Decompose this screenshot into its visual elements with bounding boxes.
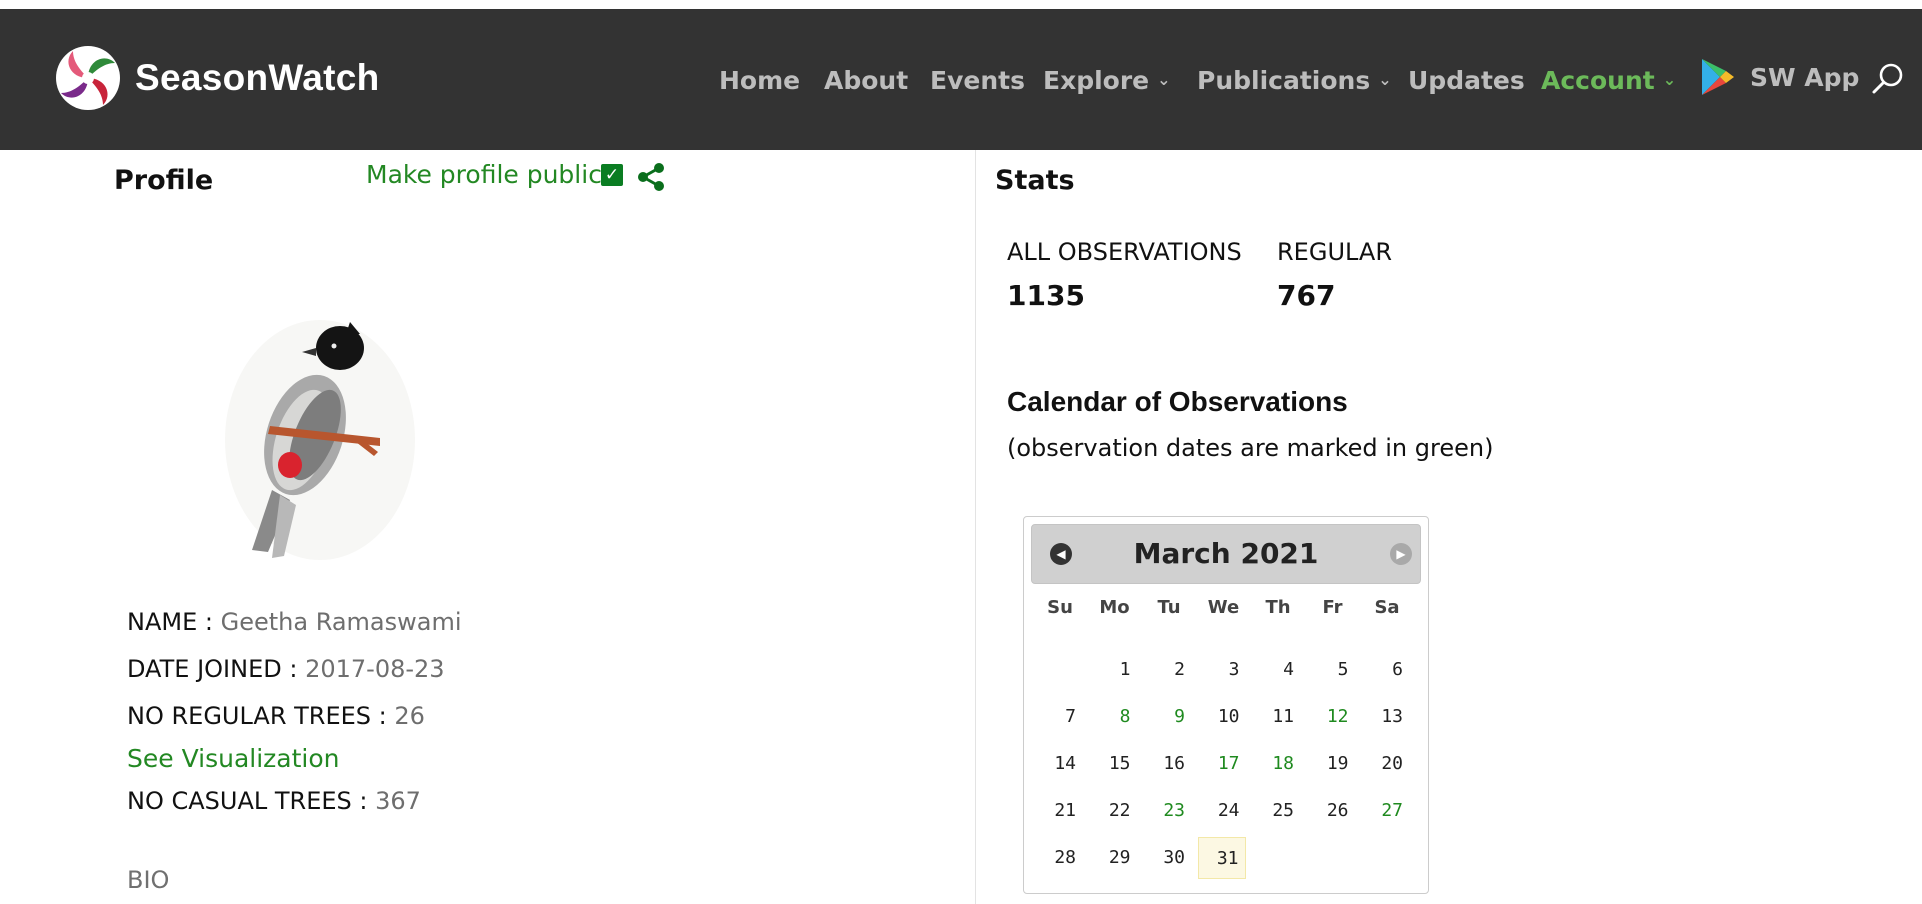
calendar-heading: Calendar of Observations bbox=[1007, 386, 1348, 417]
all-observations-value: 1135 bbox=[1007, 279, 1085, 312]
sw-app-label: SW App bbox=[1750, 62, 1860, 92]
weekday-header: Fr bbox=[1322, 597, 1343, 618]
calendar-day[interactable]: 15 bbox=[1089, 743, 1137, 785]
calendar-day[interactable]: 3 bbox=[1198, 649, 1246, 691]
casual-trees-label: NO CASUAL TREES : bbox=[127, 787, 368, 815]
calendar-day[interactable]: 21 bbox=[1034, 790, 1082, 832]
all-observations-label: ALL OBSERVATIONS bbox=[1007, 238, 1242, 266]
name-label: NAME : bbox=[127, 608, 213, 636]
calendar-day[interactable]: 24 bbox=[1198, 790, 1246, 832]
calendar-day[interactable]: 30 bbox=[1143, 837, 1191, 879]
top-strip bbox=[0, 0, 1922, 9]
calendar-day[interactable]: 10 bbox=[1198, 696, 1246, 738]
date-joined-label: DATE JOINED : bbox=[127, 655, 298, 683]
calendar-day-observed[interactable]: 9 bbox=[1143, 696, 1191, 738]
make-public-checkbox[interactable]: ✓ bbox=[601, 164, 623, 186]
calendar-day[interactable]: 25 bbox=[1252, 790, 1300, 832]
bio-label: BIO bbox=[127, 866, 170, 894]
nav-item-events[interactable]: Events bbox=[930, 59, 1025, 103]
weekday-header: Sa bbox=[1374, 597, 1400, 618]
calendar-month-label: March 2021 bbox=[1133, 537, 1319, 570]
regular-trees-row: NO REGULAR TREES : 26 bbox=[127, 702, 425, 730]
nav-item-label: Home bbox=[719, 66, 801, 95]
calendar-day-observed[interactable]: 18 bbox=[1252, 743, 1300, 785]
weekday-header: Th bbox=[1265, 597, 1291, 618]
calendar-day[interactable]: 5 bbox=[1307, 649, 1355, 691]
regular-label: REGULAR bbox=[1277, 238, 1393, 266]
date-joined-row: DATE JOINED : 2017-08-23 bbox=[127, 655, 445, 683]
share-icon[interactable] bbox=[635, 161, 667, 193]
casual-trees-row: NO CASUAL TREES : 367 bbox=[127, 787, 421, 815]
main-nav: Home About Events Explore ⌄ Publications ⌄ Upda… bbox=[0, 59, 1922, 103]
regular-trees-value: 26 bbox=[394, 702, 425, 730]
nav-item-updates[interactable]: Updates bbox=[1408, 59, 1525, 103]
nav-item-label: Account bbox=[1541, 66, 1655, 95]
profile-title: Profile bbox=[114, 165, 214, 196]
calendar-day-observed[interactable]: 17 bbox=[1198, 743, 1246, 785]
calendar-subheading: (observation dates are marked in green) bbox=[1007, 434, 1494, 462]
calendar-day[interactable]: 11 bbox=[1252, 696, 1300, 738]
calendar-day[interactable]: 22 bbox=[1089, 790, 1137, 832]
make-profile-public-link[interactable]: Make profile public bbox=[366, 160, 602, 189]
weekday-header: Su bbox=[1047, 597, 1073, 618]
navbar: SeasonWatch Home About Events Explore ⌄ Publi… bbox=[0, 9, 1922, 150]
chevron-down-icon: ⌄ bbox=[1157, 70, 1171, 89]
nav-item-label: Events bbox=[930, 66, 1025, 95]
calendar-day[interactable]: 13 bbox=[1361, 696, 1409, 738]
calendar-header: ◀ March 2021 ▶ bbox=[1031, 524, 1421, 584]
chevron-down-icon: ⌄ bbox=[1378, 70, 1392, 89]
calendar-day[interactable]: 28 bbox=[1034, 837, 1082, 879]
regular-trees-label: NO REGULAR TREES : bbox=[127, 702, 387, 730]
calendar-day[interactable]: 6 bbox=[1361, 649, 1409, 691]
weekday-header: Tu bbox=[1157, 597, 1181, 618]
casual-trees-value: 367 bbox=[375, 787, 421, 815]
calendar-day[interactable]: 4 bbox=[1252, 649, 1300, 691]
calendar-day-observed[interactable]: 23 bbox=[1143, 790, 1191, 832]
profile-name-row: NAME : Geetha Ramaswami bbox=[127, 608, 462, 636]
calendar-day-observed[interactable]: 12 bbox=[1307, 696, 1355, 738]
calendar-day[interactable]: 19 bbox=[1307, 743, 1355, 785]
calendar-day[interactable]: 14 bbox=[1034, 743, 1082, 785]
calendar-day-observed[interactable]: 27 bbox=[1361, 790, 1409, 832]
column-divider bbox=[975, 150, 976, 904]
stats-title: Stats bbox=[995, 165, 1075, 196]
nav-item-label: Explore bbox=[1043, 66, 1150, 95]
date-joined-value: 2017-08-23 bbox=[305, 655, 445, 683]
calendar-day[interactable]: 26 bbox=[1307, 790, 1355, 832]
calendar-day[interactable]: 31 bbox=[1197, 837, 1246, 879]
calendar-day[interactable]: 2 bbox=[1143, 649, 1191, 691]
calendar-day[interactable]: 1 bbox=[1089, 649, 1137, 691]
nav-item-home[interactable]: Home bbox=[719, 59, 800, 103]
calendar-day[interactable]: 7 bbox=[1034, 696, 1082, 738]
calendar-day[interactable]: 16 bbox=[1143, 743, 1191, 785]
next-month-icon[interactable]: ▶ bbox=[1390, 543, 1412, 565]
name-value: Geetha Ramaswami bbox=[220, 608, 462, 636]
nav-item-publications[interactable]: Publications ⌄ bbox=[1197, 59, 1392, 104]
nav-item-explore[interactable]: Explore ⌄ bbox=[1043, 59, 1171, 104]
nav-item-label: About bbox=[824, 66, 909, 95]
profile-avatar bbox=[225, 320, 415, 560]
calendar-day[interactable]: 29 bbox=[1089, 837, 1137, 879]
sw-app-link[interactable]: SW App bbox=[1700, 57, 1859, 97]
regular-value: 767 bbox=[1277, 279, 1336, 312]
nav-item-label: Publications bbox=[1197, 66, 1371, 95]
nav-item-about[interactable]: About bbox=[824, 59, 908, 103]
calendar-day-observed[interactable]: 8 bbox=[1089, 696, 1137, 738]
weekday-header: Mo bbox=[1099, 597, 1130, 618]
calendar-day[interactable]: 20 bbox=[1361, 743, 1409, 785]
nav-item-account[interactable]: Account ⌄ bbox=[1541, 59, 1676, 104]
chevron-down-icon: ⌄ bbox=[1662, 70, 1677, 89]
search-icon[interactable] bbox=[1870, 61, 1906, 97]
observation-calendar: ◀ March 2021 ▶ Su Mo Tu We Th Fr Sa 1 2 3 4 5 6 7 8 9 10… bbox=[1023, 516, 1429, 894]
nav-item-label: Updates bbox=[1408, 66, 1525, 95]
see-visualization-link[interactable]: See Visualization bbox=[127, 744, 340, 773]
play-store-icon bbox=[1702, 59, 1734, 95]
weekday-header: We bbox=[1207, 597, 1240, 618]
